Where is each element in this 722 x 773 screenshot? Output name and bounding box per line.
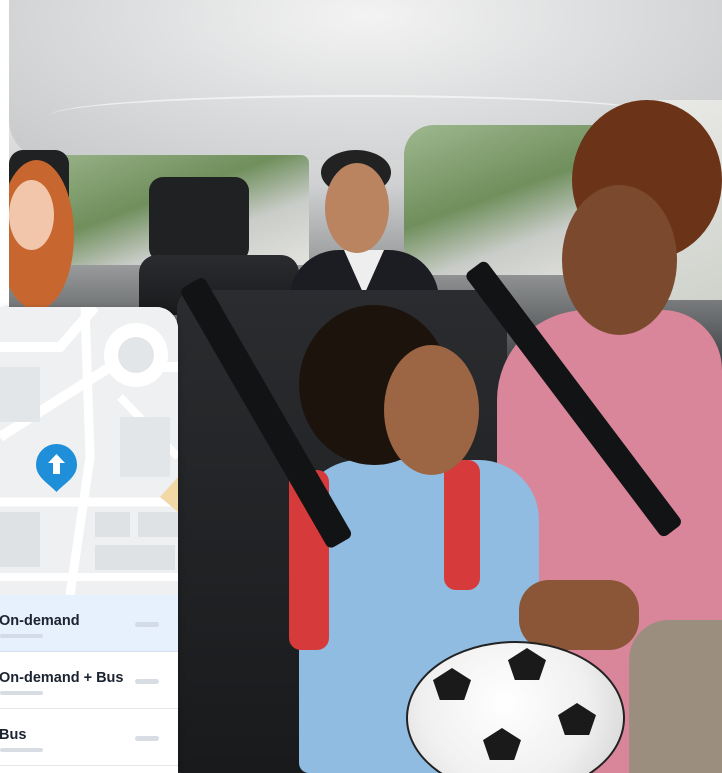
option-subtext-placeholder — [0, 691, 43, 695]
front-headrest — [149, 177, 249, 262]
arrow-up-icon — [36, 444, 77, 492]
option-label: Bus — [0, 727, 27, 743]
option-subtext-placeholder — [0, 748, 43, 752]
man-face — [325, 163, 389, 253]
woman-face — [562, 185, 677, 335]
option-on-demand[interactable]: On-demand — [0, 595, 178, 652]
trip-options-list: On-demand On-demand + Bus Bus — [0, 595, 178, 766]
option-subtext-placeholder — [0, 634, 43, 638]
map-streets — [0, 307, 178, 595]
option-label: On-demand — [0, 613, 80, 629]
backpack-strap-right — [444, 460, 480, 590]
option-value-placeholder — [135, 622, 159, 627]
option-label: On-demand + Bus — [0, 670, 124, 686]
map-view[interactable] — [0, 307, 178, 595]
option-value-placeholder — [135, 736, 159, 741]
option-on-demand-bus[interactable]: On-demand + Bus — [0, 652, 178, 709]
location-pin[interactable] — [36, 444, 77, 492]
girl-face — [9, 180, 54, 250]
option-value-placeholder — [135, 679, 159, 684]
hands — [519, 580, 639, 650]
child-face — [384, 345, 479, 475]
trip-options-card: On-demand On-demand + Bus Bus — [0, 307, 178, 773]
woman-pants — [629, 620, 722, 773]
option-bus[interactable]: Bus — [0, 709, 178, 766]
